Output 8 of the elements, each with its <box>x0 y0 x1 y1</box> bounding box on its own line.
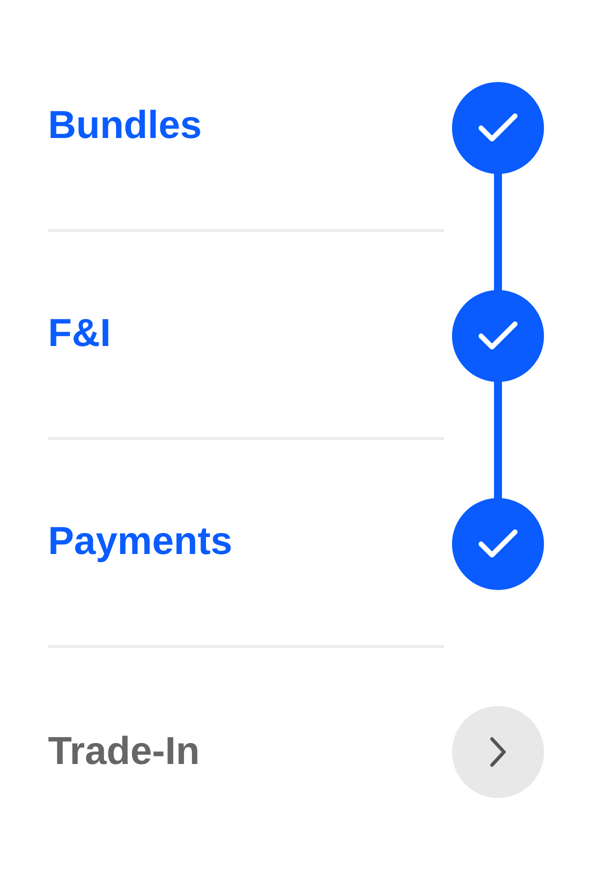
step-label[interactable]: F&I <box>48 311 111 358</box>
checkmark-icon <box>478 529 518 559</box>
step-label[interactable]: Payments <box>48 519 232 566</box>
chevron-right-icon <box>489 736 507 768</box>
step-label[interactable]: Bundles <box>48 103 202 150</box>
checkmark-icon <box>478 321 518 351</box>
checkmark-icon <box>478 113 518 143</box>
step-label[interactable]: Trade-In <box>48 728 200 776</box>
